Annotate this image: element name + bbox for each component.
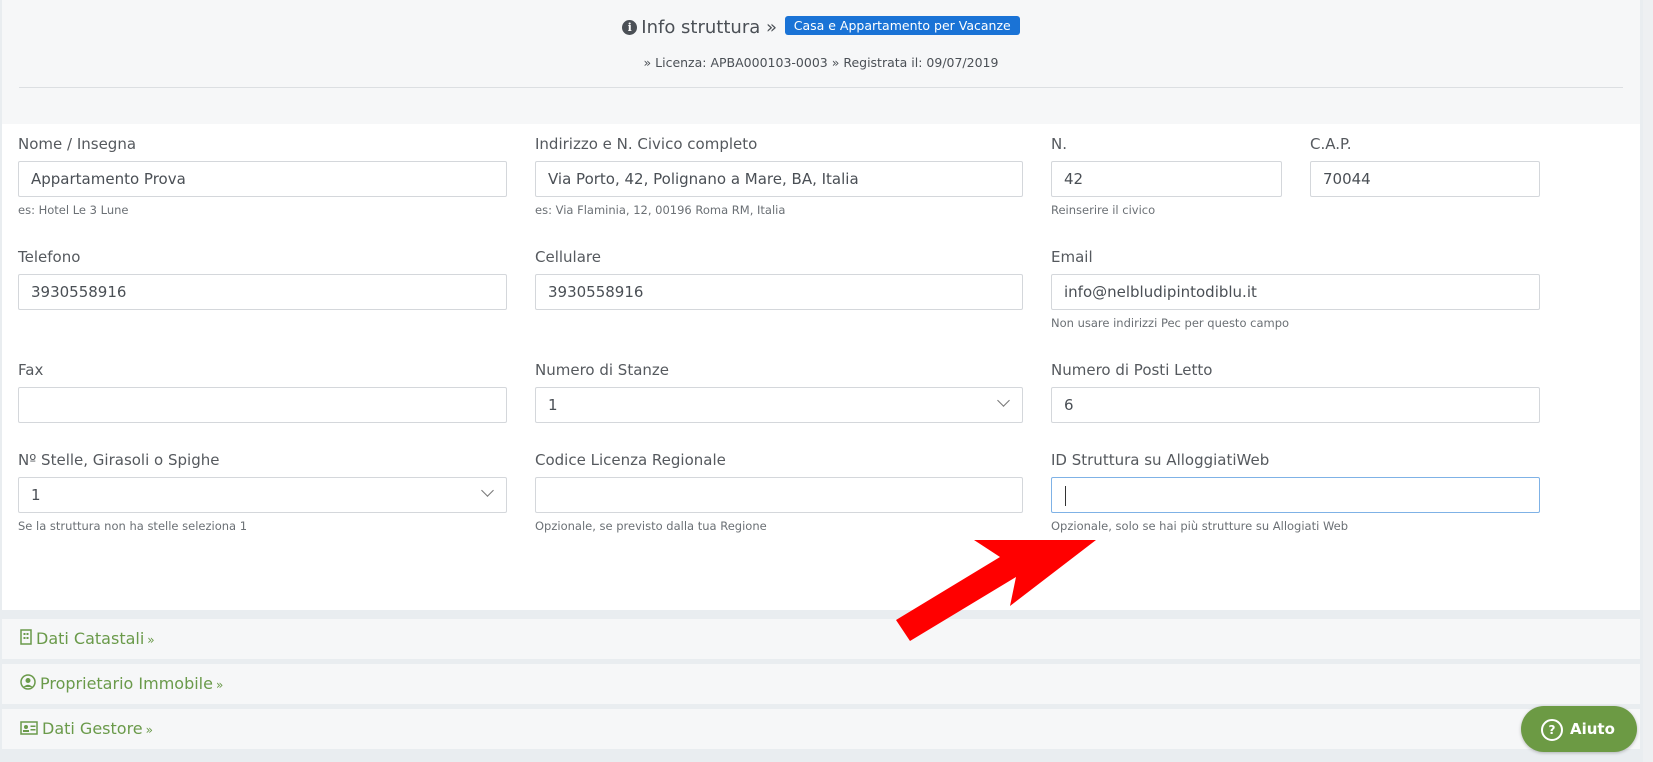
help-button-label: Aiuto [1570, 720, 1615, 738]
section-proprietario-immobile[interactable]: Proprietario Immobile» [2, 664, 1640, 704]
field-indirizzo: Indirizzo e N. Civico completo Via Porto… [535, 133, 1023, 217]
codice-licenza-input[interactable] [535, 477, 1023, 513]
section-label: Proprietario Immobile [40, 674, 213, 693]
page-title-text: Info struttura » [641, 17, 777, 38]
field-cap: C.A.P. 70044 [1310, 133, 1540, 197]
cellulare-label: Cellulare [535, 248, 601, 266]
chevron-down-icon [997, 394, 1010, 407]
section-label: Dati Catastali [36, 629, 145, 648]
fax-label: Fax [18, 361, 44, 379]
field-codice-licenza: Codice Licenza Regionale Opzionale, se p… [535, 449, 1023, 533]
field-email: Email info@nelbludipintodiblu.it Non usa… [1051, 246, 1540, 330]
field-stanze: Numero di Stanze 1 [535, 359, 1023, 423]
telefono-label: Telefono [18, 248, 81, 266]
double-chevron-down-icon: » [147, 633, 155, 647]
posti-letto-input[interactable]: 6 [1051, 387, 1540, 423]
scrollbar[interactable] [1643, 0, 1653, 762]
license-info: » Licenza: APBA000103-0003 » Registrata … [643, 55, 999, 70]
building-icon [20, 620, 32, 660]
numero-label: N. [1051, 135, 1067, 153]
cap-label: C.A.P. [1310, 135, 1352, 153]
section-label: Dati Gestore [42, 719, 143, 738]
codice-licenza-help: Opzionale, se previsto dalla tua Regione [535, 519, 767, 533]
field-telefono: Telefono 3930558916 [18, 246, 507, 310]
field-cellulare: Cellulare 3930558916 [535, 246, 1023, 310]
email-help: Non usare indirizzi Pec per questo campo [1051, 316, 1290, 330]
numero-help: Reinserire il civico [1051, 203, 1156, 217]
field-id-alloggiati: ID Struttura su AlloggiatiWeb Opzionale,… [1051, 449, 1540, 533]
structure-form: Nome / Insegna Appartamento Prova es: Ho… [2, 124, 1640, 610]
stanze-select[interactable]: 1 [535, 387, 1023, 423]
fax-input[interactable] [18, 387, 507, 423]
indirizzo-label: Indirizzo e N. Civico completo [535, 135, 758, 153]
id-alloggiati-input[interactable] [1051, 477, 1540, 513]
double-chevron-down-icon: » [145, 723, 153, 737]
text-cursor [1065, 485, 1066, 506]
stelle-label: Nº Stelle, Girasoli o Spighe [18, 451, 220, 469]
field-stelle: Nº Stelle, Girasoli o Spighe 1 Se la str… [18, 449, 507, 533]
nome-label: Nome / Insegna [18, 135, 137, 153]
codice-licenza-label: Codice Licenza Regionale [535, 451, 726, 469]
telefono-input[interactable]: 3930558916 [18, 274, 507, 310]
user-circle-icon [20, 665, 36, 705]
nome-help: es: Hotel Le 3 Lune [18, 203, 129, 217]
chevron-down-icon [481, 484, 494, 497]
header-divider [19, 87, 1623, 88]
nome-input[interactable]: Appartamento Prova [18, 161, 507, 197]
question-circle-icon: ? [1541, 718, 1563, 741]
cellulare-input[interactable]: 3930558916 [535, 274, 1023, 310]
posti-letto-label: Numero di Posti Letto [1051, 361, 1213, 379]
structure-info-header: i Info struttura » Casa e Appartamento pe… [2, 0, 1640, 124]
field-posti-letto: Numero di Posti Letto 6 [1051, 359, 1540, 423]
numero-input[interactable]: 42 [1051, 161, 1282, 197]
email-input[interactable]: info@nelbludipintodiblu.it [1051, 274, 1540, 310]
field-nome: Nome / Insegna Appartamento Prova es: Ho… [18, 133, 507, 217]
field-numero: N. 42 Reinserire il civico [1051, 133, 1282, 217]
cap-input[interactable]: 70044 [1310, 161, 1540, 197]
info-icon: i [622, 20, 638, 35]
stelle-select[interactable]: 1 [18, 477, 507, 513]
stelle-help: Se la struttura non ha stelle seleziona … [18, 519, 248, 533]
section-dati-gestore[interactable]: Dati Gestore» [2, 709, 1640, 749]
id-card-icon [20, 710, 38, 750]
stanze-label: Numero di Stanze [535, 361, 670, 379]
id-alloggiati-label: ID Struttura su AlloggiatiWeb [1051, 451, 1270, 469]
page-title: i Info struttura » Casa e Appartamento pe… [2, 16, 1640, 38]
double-chevron-down-icon: » [215, 678, 224, 692]
stanze-value: 1 [548, 396, 558, 414]
indirizzo-help: es: Via Flaminia, 12, 00196 Roma RM, Ita… [535, 203, 786, 217]
structure-type-badge: Casa e Appartamento per Vacanze [784, 16, 1020, 35]
id-alloggiati-help: Opzionale, solo se hai più strutture su … [1051, 519, 1349, 533]
stelle-value: 1 [31, 486, 41, 504]
help-button[interactable]: ? Aiuto [1521, 706, 1637, 752]
indirizzo-input[interactable]: Via Porto, 42, Polignano a Mare, BA, Ita… [535, 161, 1023, 197]
section-dati-catastali[interactable]: Dati Catastali» [2, 619, 1640, 659]
email-label: Email [1051, 248, 1093, 266]
field-fax: Fax [18, 359, 507, 423]
